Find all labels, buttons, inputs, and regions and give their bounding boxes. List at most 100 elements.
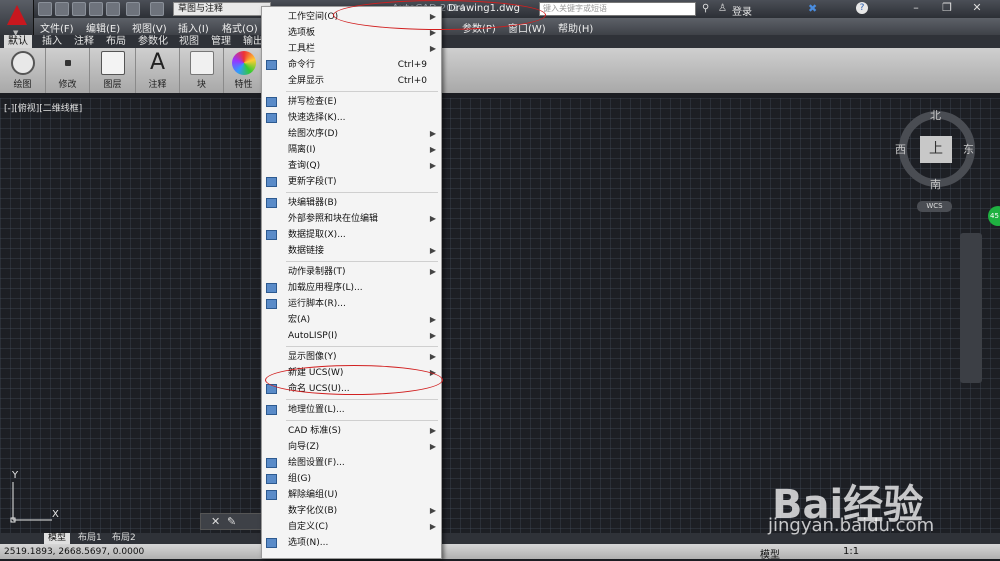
application-menu-button[interactable]: ▼ bbox=[0, 0, 34, 38]
menu-item[interactable]: 块编辑器(B) bbox=[262, 195, 441, 211]
menu-item-label: 数据提取(X)... bbox=[288, 230, 346, 240]
menu-item-icon bbox=[266, 198, 277, 208]
help-icon[interactable]: ? bbox=[856, 2, 868, 14]
menu-item[interactable]: 更新字段(T) bbox=[262, 174, 441, 190]
wrench-icon[interactable]: ✎ bbox=[227, 515, 236, 528]
menu-item[interactable]: 隔离(I) ▶ bbox=[262, 142, 441, 158]
menu-item[interactable]: 查询(Q) ▶ bbox=[262, 158, 441, 174]
menu-item[interactable]: 拼写检查(E) bbox=[262, 94, 441, 110]
drawing-viewport[interactable] bbox=[0, 98, 1000, 533]
menu-item[interactable]: 选项(N)... bbox=[262, 535, 441, 551]
print-icon[interactable] bbox=[106, 2, 120, 16]
panel-layers[interactable]: 图层 bbox=[90, 48, 136, 93]
workspace-select[interactable]: 草图与注释 bbox=[173, 2, 271, 16]
menu-item[interactable]: 解除编组(U) bbox=[262, 487, 441, 503]
user-icon[interactable]: ♙ bbox=[718, 3, 727, 14]
menu-item[interactable]: CAD 标准(S) ▶ bbox=[262, 423, 441, 439]
menu-item-label: 隔离(I) bbox=[288, 145, 316, 155]
save-icon[interactable] bbox=[72, 2, 86, 16]
menu-edit[interactable]: 编辑(E) bbox=[86, 20, 120, 35]
menu-item[interactable]: 绘图次序(D) ▶ bbox=[262, 126, 441, 142]
tab-manage[interactable]: 管理 bbox=[211, 35, 231, 48]
menu-help[interactable]: 帮助(H) bbox=[558, 20, 593, 35]
tab-view[interactable]: 视图 bbox=[179, 35, 199, 48]
menu-item[interactable]: 自定义(C) ▶ bbox=[262, 519, 441, 535]
menu-item[interactable]: 组(G) bbox=[262, 471, 441, 487]
compass-south[interactable]: 南 bbox=[930, 176, 941, 192]
panel-properties[interactable]: 特性 bbox=[224, 48, 264, 93]
menu-item[interactable]: 工具栏 ▶ bbox=[262, 41, 441, 57]
autocad-logo-icon bbox=[7, 5, 27, 25]
close-icon[interactable]: ✕ bbox=[211, 515, 220, 528]
menu-item[interactable]: 数字化仪(B) ▶ bbox=[262, 503, 441, 519]
wcs-menu[interactable]: WCS bbox=[917, 201, 952, 212]
panel-draw[interactable]: 绘图 bbox=[0, 48, 46, 93]
annotation-scale[interactable]: 1:1 bbox=[843, 546, 859, 557]
menu-item-label: 查询(Q) bbox=[288, 161, 321, 171]
menu-item[interactable]: 运行脚本(R)... bbox=[262, 296, 441, 312]
new-file-icon[interactable] bbox=[38, 2, 52, 16]
menu-item-icon bbox=[266, 230, 277, 240]
tab-layout1[interactable]: 布局1 bbox=[74, 533, 106, 544]
binoculars-icon[interactable]: ⚲ bbox=[702, 3, 709, 14]
compass-west[interactable]: 西 bbox=[895, 141, 906, 157]
menu-separator bbox=[286, 399, 438, 400]
tab-output[interactable]: 输出 bbox=[243, 35, 263, 48]
menu-item[interactable]: 显示图像(Y) ▶ bbox=[262, 349, 441, 365]
tab-model[interactable]: 模型 bbox=[44, 533, 71, 544]
menu-item-label: 命令行 bbox=[288, 60, 316, 70]
panel-block[interactable]: 块 bbox=[180, 48, 224, 93]
exchange-icon[interactable]: ✖ bbox=[808, 2, 817, 15]
menu-format[interactable]: 格式(O) bbox=[222, 20, 258, 35]
tab-default[interactable]: 默认 bbox=[4, 35, 32, 48]
menu-item[interactable]: 外部参照和块在位编辑 ▶ bbox=[262, 211, 441, 227]
open-file-icon[interactable] bbox=[55, 2, 69, 16]
viewport-controls[interactable]: [-][俯视][二维线框] bbox=[4, 101, 82, 114]
viewcube-top-face[interactable]: 上 bbox=[920, 136, 952, 163]
menu-item[interactable]: 绘图设置(F)... bbox=[262, 455, 441, 471]
menu-item[interactable]: 命令行 Ctrl+9 bbox=[262, 57, 441, 73]
tab-parametric[interactable]: 参数化 bbox=[138, 35, 168, 48]
menu-item-label: 工具栏 bbox=[288, 44, 316, 54]
menu-item[interactable]: 加载应用程序(L)... bbox=[262, 280, 441, 296]
undo-icon[interactable] bbox=[126, 2, 140, 16]
watermark-url: jingyan.baidu.com bbox=[768, 515, 935, 536]
menu-file[interactable]: 文件(F) bbox=[40, 20, 74, 35]
login-link[interactable]: 登录 bbox=[732, 3, 752, 18]
tab-annotate[interactable]: 注释 bbox=[74, 35, 94, 48]
menu-item[interactable]: 宏(A) ▶ bbox=[262, 312, 441, 328]
panel-modify-label: 修改 bbox=[58, 80, 77, 90]
menu-separator bbox=[286, 91, 438, 92]
menu-item[interactable]: 动作录制器(T) ▶ bbox=[262, 264, 441, 280]
tab-insert[interactable]: 插入 bbox=[42, 35, 62, 48]
redo-icon[interactable] bbox=[150, 2, 164, 16]
search-input[interactable]: 键入关键字或短语 bbox=[539, 2, 696, 16]
navigation-bar[interactable] bbox=[960, 233, 982, 383]
compass-north[interactable]: 北 bbox=[930, 107, 941, 123]
compass-east[interactable]: 东 bbox=[963, 141, 974, 157]
command-line-toolbar[interactable]: ✕ ✎ bbox=[200, 513, 265, 530]
panel-modify[interactable]: 修改 bbox=[46, 48, 90, 93]
menu-item[interactable]: AutoLISP(I) ▶ bbox=[262, 328, 441, 344]
menu-item[interactable]: 快速选择(K)... bbox=[262, 110, 441, 126]
color-wheel-icon bbox=[231, 51, 256, 75]
submenu-arrow-icon: ▶ bbox=[429, 426, 436, 435]
close-window-icon[interactable]: ✕ bbox=[966, 1, 988, 16]
menu-item[interactable]: 数据提取(X)... bbox=[262, 227, 441, 243]
save-as-icon[interactable] bbox=[89, 2, 103, 16]
panel-annotation[interactable]: A 注释 bbox=[136, 48, 180, 93]
restore-window-icon[interactable]: ❐ bbox=[936, 1, 958, 16]
tab-layout[interactable]: 布局 bbox=[106, 35, 126, 48]
minimize-window-icon[interactable]: – bbox=[905, 1, 927, 16]
menu-item[interactable]: 数据链接 ▶ bbox=[262, 243, 441, 259]
menu-view[interactable]: 视图(V) bbox=[132, 20, 167, 35]
menu-item[interactable]: 全屏显示 Ctrl+0 bbox=[262, 73, 441, 89]
layers-icon bbox=[100, 51, 125, 75]
panel-properties-label: 特性 bbox=[234, 80, 253, 90]
menu-item-label: 块编辑器(B) bbox=[288, 198, 338, 208]
menu-item[interactable]: 向导(Z) ▶ bbox=[262, 439, 441, 455]
highlight-circle-title bbox=[333, 0, 546, 30]
menu-insert[interactable]: 插入(I) bbox=[178, 20, 209, 35]
tab-layout2[interactable]: 布局2 bbox=[108, 533, 140, 544]
menu-item[interactable]: 地理位置(L)... bbox=[262, 402, 441, 418]
